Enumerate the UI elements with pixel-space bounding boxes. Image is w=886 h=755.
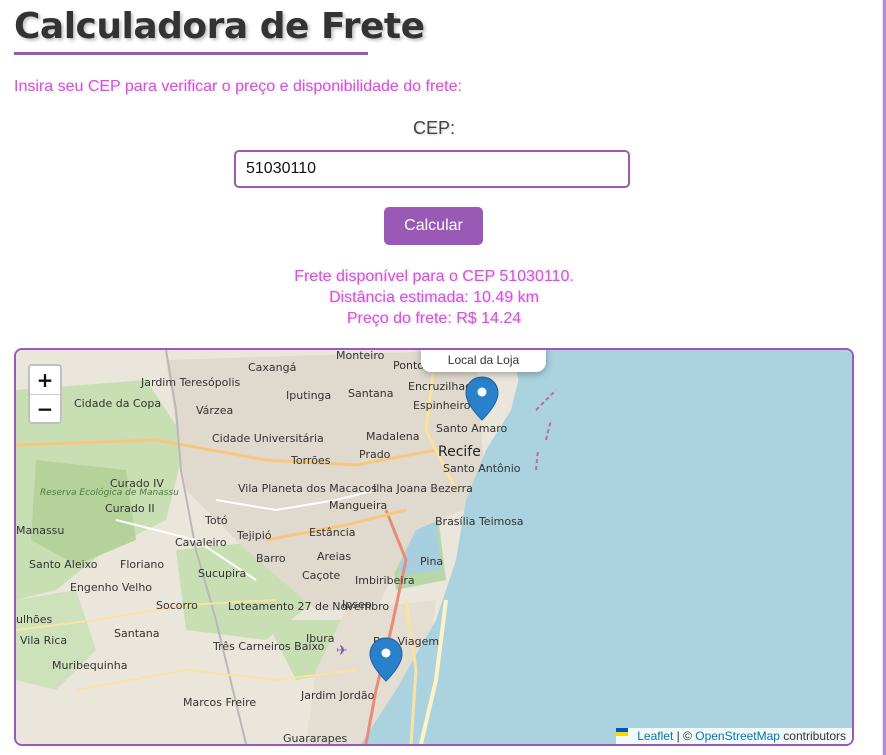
map-label: Recife xyxy=(438,444,481,460)
map-label: Madalena xyxy=(366,430,420,443)
map-label: Engenho Velho xyxy=(70,581,152,594)
map-container[interactable]: Monteiro Caxangá Ponto Jardim Teresópoli… xyxy=(14,348,854,746)
store-popup[interactable]: Local da Loja xyxy=(421,350,546,372)
map-label: Ilha Joana Bezerra xyxy=(373,482,473,495)
map-label: Reserva Ecológica de Manassu xyxy=(40,487,179,498)
map-label: Vila Rica xyxy=(20,634,67,647)
map-label: Manassu xyxy=(16,524,64,537)
map-label: Prado xyxy=(359,448,391,461)
map-label: Santo Antônio xyxy=(443,462,521,475)
map-label: Marcos Freire xyxy=(183,696,256,709)
map-label: Mangueira xyxy=(329,499,387,512)
map-label: Espinheiro xyxy=(413,399,471,412)
map-label: Pina xyxy=(420,555,443,568)
openstreetmap-link[interactable]: OpenStreetMap xyxy=(695,729,780,743)
map-label: Caçote xyxy=(302,569,341,582)
map-label: Estância xyxy=(309,526,356,539)
result-distance: Distância estimada: 10.49 km xyxy=(329,289,539,306)
map-label: Imbiribeira xyxy=(355,574,415,587)
map-label: Ponto xyxy=(393,359,424,372)
map-label: Jardim Jordão xyxy=(300,689,375,702)
result-price: Preço do frete: R$ 14.24 xyxy=(346,310,522,327)
map-label: Areias xyxy=(317,550,351,563)
map-label: Curado II xyxy=(105,502,155,515)
map-label: Cidade Universitária xyxy=(212,432,324,445)
map-label: Muribequinha xyxy=(52,659,128,672)
intro-text: Insira seu CEP para verificar o preço e … xyxy=(14,78,462,95)
map-label: Vila Planeta dos Macacos xyxy=(238,482,377,495)
map-tiles: Monteiro Caxangá Ponto Jardim Teresópoli… xyxy=(16,350,852,744)
map-label: Guararapes xyxy=(283,732,348,744)
calculate-button[interactable]: Calcular xyxy=(384,207,483,245)
map-label: Totó xyxy=(204,514,228,527)
result-availability: Frete disponível para o CEP 51030110. xyxy=(294,268,574,285)
map-label: ulhões xyxy=(16,613,52,626)
map-label: Torrões xyxy=(290,454,331,467)
map-label: Três Carneiros Baixo xyxy=(212,640,325,653)
cep-input[interactable] xyxy=(234,150,630,188)
map-label: Iputinga xyxy=(286,389,331,402)
map-label: Santo Amaro xyxy=(436,422,507,435)
map-label: Ipsep xyxy=(342,598,372,611)
map-label: Cidade da Copa xyxy=(74,397,161,410)
map-attribution: Leaflet | © OpenStreetMap contributors xyxy=(616,728,852,744)
map-label: Tejipió xyxy=(236,529,272,542)
result-message: Frete disponível para o CEP 51030110. Di… xyxy=(0,266,868,329)
attribution-separator: | © xyxy=(673,729,696,743)
map-label: Monteiro xyxy=(336,350,385,362)
zoom-control: + − xyxy=(28,364,62,424)
map-label: Floriano xyxy=(120,558,164,571)
page-title: Calculadora de Frete xyxy=(14,6,425,47)
airport-icon: ✈ xyxy=(336,643,348,659)
map-label: Santana xyxy=(348,387,393,400)
map-label: Brasília Teimosa xyxy=(435,515,524,528)
zoom-in-button[interactable]: + xyxy=(30,366,60,394)
leaflet-link[interactable]: Leaflet xyxy=(637,729,673,743)
map-label: Socorro xyxy=(156,599,198,612)
zoom-out-button[interactable]: − xyxy=(30,394,60,422)
map-label: Sucupira xyxy=(198,567,246,580)
map-label: Santo Aleixo xyxy=(29,558,98,571)
map-label: Jardim Teresópolis xyxy=(140,376,241,389)
cep-label: CEP: xyxy=(412,118,455,138)
map-label: Barro xyxy=(256,552,286,565)
title-underline xyxy=(14,52,368,55)
map-label: Cavaleiro xyxy=(175,536,227,549)
ukraine-flag-icon xyxy=(616,728,634,741)
attribution-suffix: contributors xyxy=(779,729,846,743)
map-label: Caxangá xyxy=(248,361,296,374)
map-label: Santana xyxy=(114,627,159,640)
map-label: Várzea xyxy=(196,404,233,417)
